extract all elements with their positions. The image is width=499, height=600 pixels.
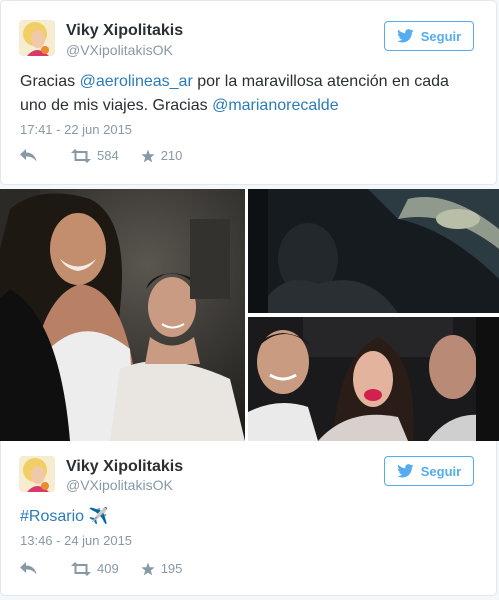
- tweet-timestamp[interactable]: 13:46 - 24 jun 2015: [20, 533, 132, 548]
- mention-link-marianorecalde[interactable]: @marianorecalde: [212, 97, 339, 114]
- tweet-actions: 584 210: [20, 148, 204, 163]
- reply-button[interactable]: [20, 149, 37, 162]
- airplane-emoji: ✈️: [88, 508, 109, 525]
- text-segment: Gracias: [20, 73, 80, 90]
- favorite-star-icon: [140, 562, 155, 575]
- retweet-count: 409: [97, 561, 119, 576]
- tweet-text: Gracias @aerolineas_ar por la maravillos…: [20, 70, 478, 118]
- photo-selfie-couple[interactable]: [0, 189, 245, 441]
- tweet-timestamp[interactable]: 17:41 - 22 jun 2015: [20, 122, 132, 137]
- retweet-count: 584: [97, 148, 119, 163]
- retweet-icon: [71, 148, 91, 163]
- follow-label: Seguir: [420, 28, 462, 44]
- tweet-photo-grid: [0, 189, 499, 441]
- reply-button[interactable]: [20, 562, 37, 575]
- author-name[interactable]: Viky Xipolitakis: [66, 22, 183, 40]
- reply-icon: [20, 149, 37, 162]
- photo-dark-window[interactable]: [248, 189, 499, 313]
- tweet-card-2: Viky Xipolitakis @VXipolitakisOK Seguir …: [0, 441, 497, 596]
- favorite-star-icon: [140, 149, 155, 162]
- favorite-button[interactable]: 210: [140, 148, 183, 163]
- avatar[interactable]: [19, 20, 55, 56]
- avatar[interactable]: [19, 456, 55, 492]
- follow-button[interactable]: Seguir: [384, 456, 474, 486]
- reply-icon: [20, 562, 37, 575]
- retweet-button[interactable]: 584: [71, 148, 119, 163]
- favorite-count: 195: [160, 561, 183, 576]
- favorite-count: 210: [160, 148, 183, 163]
- author-name[interactable]: Viky Xipolitakis: [66, 458, 183, 476]
- photo-group-selfie[interactable]: [248, 317, 499, 441]
- follow-label: Seguir: [420, 463, 462, 479]
- retweet-button[interactable]: 409: [71, 561, 119, 576]
- tweet-text: #Rosario ✈️: [20, 505, 478, 529]
- author-handle[interactable]: @VXipolitakisOK: [66, 42, 173, 58]
- mention-link-aerolineas[interactable]: @aerolineas_ar: [80, 73, 193, 90]
- twitter-bird-icon: [396, 464, 414, 478]
- retweet-icon: [71, 561, 91, 576]
- tweet-card-1: Viky Xipolitakis @VXipolitakisOK Seguir …: [0, 0, 497, 185]
- author-handle[interactable]: @VXipolitakisOK: [66, 477, 173, 493]
- favorite-button[interactable]: 195: [140, 561, 183, 576]
- hashtag-link[interactable]: #Rosario: [20, 508, 84, 525]
- tweet-actions: 409 195: [20, 561, 204, 576]
- twitter-bird-icon: [396, 29, 414, 43]
- follow-button[interactable]: Seguir: [384, 21, 474, 51]
